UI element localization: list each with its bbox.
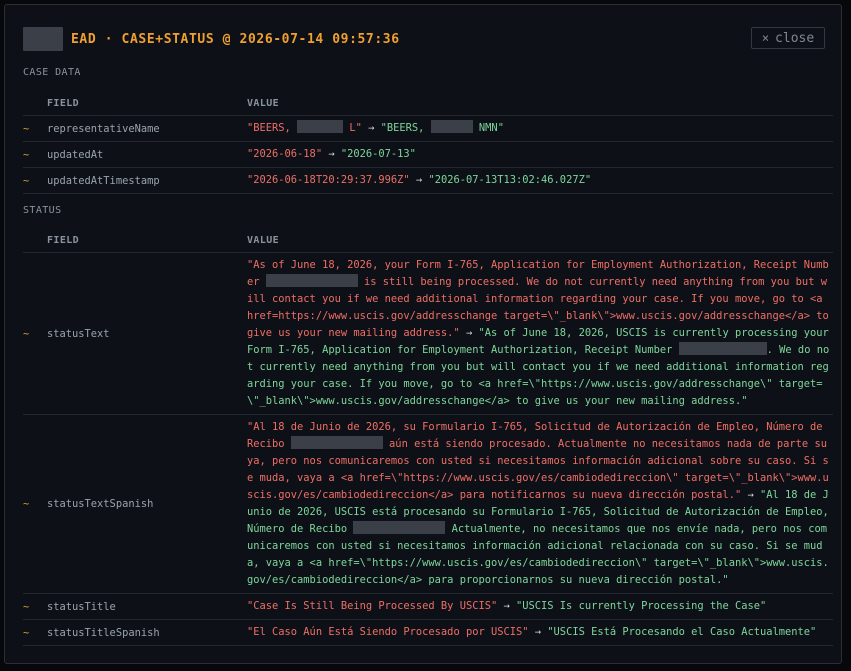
modified-mark: ~: [23, 414, 47, 594]
case-data-header-row: FIELD VALUE: [23, 91, 833, 116]
modified-mark: ~: [23, 619, 47, 646]
section-label-case-data: CASE DATA: [23, 67, 81, 78]
redacted-text: [353, 521, 446, 534]
col-field-header: FIELD: [47, 91, 247, 116]
table-row: ~ representativeName "BEERS, L" → "BEERS…: [23, 115, 833, 142]
table-row: ~ updatedAt "2026-06-18" → "2026-07-13": [23, 141, 833, 168]
close-button[interactable]: × close: [751, 27, 825, 49]
table-row: ~ statusTitle "Case Is Still Being Proce…: [23, 593, 833, 620]
arrow: →: [361, 122, 381, 134]
modified-mark: ~: [23, 141, 47, 168]
field-name: representativeName: [47, 115, 247, 142]
case-data-table: FIELD VALUE ~ representativeName "BEERS,…: [23, 91, 833, 194]
col-mark: [23, 228, 47, 253]
new-value: "Al 18 de Junio de 2026, USCIS está proc…: [247, 489, 836, 586]
redacted-text: [430, 120, 473, 133]
table-row: ~ statusText "As of June 18, 2026, your …: [23, 252, 836, 415]
field-name: statusTitleSpanish: [47, 619, 247, 646]
new-value: "USCIS Is currently Processing the Case": [516, 600, 767, 612]
modified-mark: ~: [23, 167, 47, 194]
table-row: ~ statusTitleSpanish "El Caso Aún Está S…: [23, 619, 833, 646]
old-value: "2026-06-18T20:29:37.996Z": [247, 174, 410, 186]
old-value: "El Caso Aún Está Siendo Procesado por U…: [247, 626, 529, 638]
field-name: statusText: [47, 252, 247, 415]
field-name: statusTitle: [47, 593, 247, 620]
redacted-text: [265, 274, 358, 287]
field-diff: "As of June 18, 2026, your Form I-765, A…: [247, 252, 836, 415]
new-value: "2026-07-13": [340, 148, 416, 160]
arrow: →: [409, 174, 429, 186]
old-value: "Case Is Still Being Processed By USCIS": [247, 600, 498, 612]
field-diff: "2026-06-18" → "2026-07-13": [247, 141, 833, 168]
redacted-case-id: [23, 27, 63, 51]
field-diff: "2026-06-18T20:29:37.996Z" → "2026-07-13…: [247, 167, 833, 194]
arrow: →: [741, 489, 760, 501]
status-table: FIELD VALUE ~ statusText "As of June 18,…: [23, 228, 833, 646]
modified-mark: ~: [23, 252, 47, 415]
col-value-header: VALUE: [247, 228, 833, 253]
col-field-header: FIELD: [47, 228, 247, 253]
field-diff: "BEERS, L" → "BEERS, NMN": [247, 115, 833, 142]
field-diff: "El Caso Aún Está Siendo Procesado por U…: [247, 619, 833, 646]
diff-panel: EAD · CASE+STATUS @ 2026-07-14 09:57:36 …: [4, 4, 842, 664]
table-row: ~ statusTextSpanish "Al 18 de Junio de 2…: [23, 414, 836, 594]
arrow: →: [322, 148, 341, 160]
redacted-text: [290, 436, 383, 449]
redacted-text: [678, 342, 767, 355]
close-label: close: [775, 30, 815, 46]
panel-header: EAD · CASE+STATUS @ 2026-07-14 09:57:36: [23, 25, 400, 53]
field-name: updatedAt: [47, 141, 247, 168]
arrow: →: [497, 600, 517, 612]
panel-title: EAD · CASE+STATUS @ 2026-07-14 09:57:36: [71, 31, 400, 47]
status-header-row: FIELD VALUE: [23, 228, 833, 253]
col-value-header: VALUE: [247, 91, 833, 116]
table-row: ~ updatedAtTimestamp "2026-06-18T20:29:3…: [23, 167, 833, 194]
new-value: "As of June 18, 2026, USCIS is currently…: [247, 327, 836, 407]
new-value: "2026-07-13T13:02:46.027Z": [428, 174, 592, 186]
close-icon: ×: [761, 31, 770, 45]
old-value: "BEERS, L": [247, 120, 362, 134]
arrow: →: [459, 327, 479, 339]
old-value: "2026-06-18": [247, 148, 323, 160]
arrow: →: [528, 626, 548, 638]
modified-mark: ~: [23, 115, 47, 142]
field-name: statusTextSpanish: [47, 414, 247, 594]
new-value: "USCIS Está Procesando el Caso Actualmen…: [547, 626, 817, 638]
field-diff: "Case Is Still Being Processed By USCIS"…: [247, 593, 833, 620]
col-mark: [23, 91, 47, 116]
section-label-status: STATUS: [23, 205, 62, 216]
modified-mark: ~: [23, 593, 47, 620]
redacted-text: [297, 120, 344, 133]
field-diff: "Al 18 de Junio de 2026, su Formulario I…: [247, 414, 836, 594]
new-value: "BEERS, NMN": [380, 120, 504, 134]
field-name: updatedAtTimestamp: [47, 167, 247, 194]
